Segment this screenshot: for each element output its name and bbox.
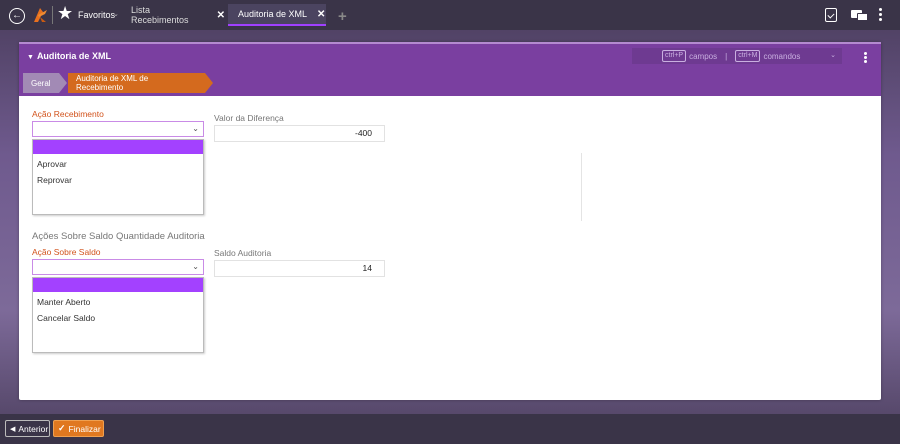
chevron-down-icon[interactable]: ⌄ bbox=[192, 262, 199, 271]
acao-recebimento-dropdown: Aprovar Reprovar bbox=[32, 139, 204, 215]
clipboard-check-icon[interactable] bbox=[825, 8, 837, 22]
back-icon[interactable]: ← bbox=[9, 8, 25, 24]
finish-button[interactable]: ✓ Finalizar bbox=[53, 420, 104, 437]
tab-auditoria-xml[interactable]: Auditoria de XML ✕ bbox=[228, 4, 326, 26]
breadcrumb-auditoria[interactable]: Auditoria de XML de Recebimento bbox=[68, 73, 213, 93]
tab-label: Lista Recebimentos bbox=[131, 5, 189, 25]
valor-diferenca-field[interactable]: -400 bbox=[214, 125, 385, 142]
acao-saldo-select[interactable]: ⌄ bbox=[32, 259, 204, 275]
add-tab-icon[interactable]: + bbox=[338, 8, 347, 25]
panel-title[interactable]: ▼ Auditoria de XML bbox=[27, 51, 111, 61]
panel-header: ▼ Auditoria de XML ctrl+P campos | ctrl+M… bbox=[19, 42, 881, 96]
dropdown-option-aprovar[interactable]: Aprovar bbox=[33, 156, 203, 172]
close-icon[interactable]: ✕ bbox=[217, 10, 225, 21]
star-icon[interactable]: ★ bbox=[57, 4, 73, 22]
breadcrumb-geral[interactable]: Geral bbox=[23, 73, 67, 93]
close-icon[interactable]: ✕ bbox=[317, 9, 325, 20]
tab-label: Auditoria de XML bbox=[238, 9, 308, 19]
acao-saldo-label: Ação Sobre Saldo bbox=[32, 247, 101, 257]
chat-icon[interactable] bbox=[851, 10, 869, 22]
dropdown-option-manter-aberto[interactable]: Manter Aberto bbox=[33, 294, 203, 310]
chevron-down-icon[interactable]: ⌄ bbox=[113, 10, 119, 18]
valor-diferenca-label: Valor da Diferença bbox=[214, 113, 284, 123]
shortcut-bar[interactable]: ctrl+P campos | ctrl+M comandos ⌄ bbox=[632, 48, 842, 64]
tab-lista-recebimentos[interactable]: Lista Recebimentos ✕ bbox=[131, 4, 225, 26]
chevron-down-icon[interactable]: ⌄ bbox=[830, 51, 836, 59]
acao-recebimento-label: Ação Recebimento bbox=[32, 109, 104, 119]
dropdown-option-cancelar-saldo[interactable]: Cancelar Saldo bbox=[33, 310, 203, 326]
commands-shortcut[interactable]: ctrl+M comandos bbox=[735, 50, 800, 62]
column-divider bbox=[581, 153, 582, 221]
section-title: Ações Sobre Saldo Quantidade Auditoria bbox=[32, 231, 205, 242]
dropdown-option-empty[interactable] bbox=[33, 140, 203, 154]
dropdown-option-empty[interactable] bbox=[33, 278, 203, 292]
kebab-menu-icon[interactable] bbox=[879, 8, 883, 23]
saldo-auditoria-label: Saldo Auditoria bbox=[214, 248, 272, 258]
check-icon: ✓ bbox=[58, 423, 66, 433]
acao-recebimento-select[interactable]: ⌄ bbox=[32, 121, 204, 137]
panel-kebab-icon[interactable] bbox=[864, 52, 868, 64]
fields-shortcut[interactable]: ctrl+P campos bbox=[662, 50, 717, 62]
logo-icon[interactable] bbox=[32, 6, 48, 24]
acao-saldo-dropdown: Manter Aberto Cancelar Saldo bbox=[32, 277, 204, 353]
collapse-triangle-icon[interactable]: ▼ bbox=[27, 54, 34, 61]
chevron-down-icon[interactable]: ⌄ bbox=[192, 124, 199, 133]
caret-left-icon: ◀ bbox=[10, 425, 16, 433]
bottom-bar bbox=[0, 414, 900, 444]
favorites-menu[interactable]: Favoritos bbox=[78, 10, 115, 20]
dropdown-option-reprovar[interactable]: Reprovar bbox=[33, 172, 203, 188]
saldo-auditoria-field[interactable]: 14 bbox=[214, 260, 385, 277]
divider bbox=[52, 6, 53, 24]
previous-button[interactable]: ◀ Anterior bbox=[5, 420, 50, 437]
breadcrumb: Geral Auditoria de XML de Recebimento bbox=[23, 73, 213, 93]
